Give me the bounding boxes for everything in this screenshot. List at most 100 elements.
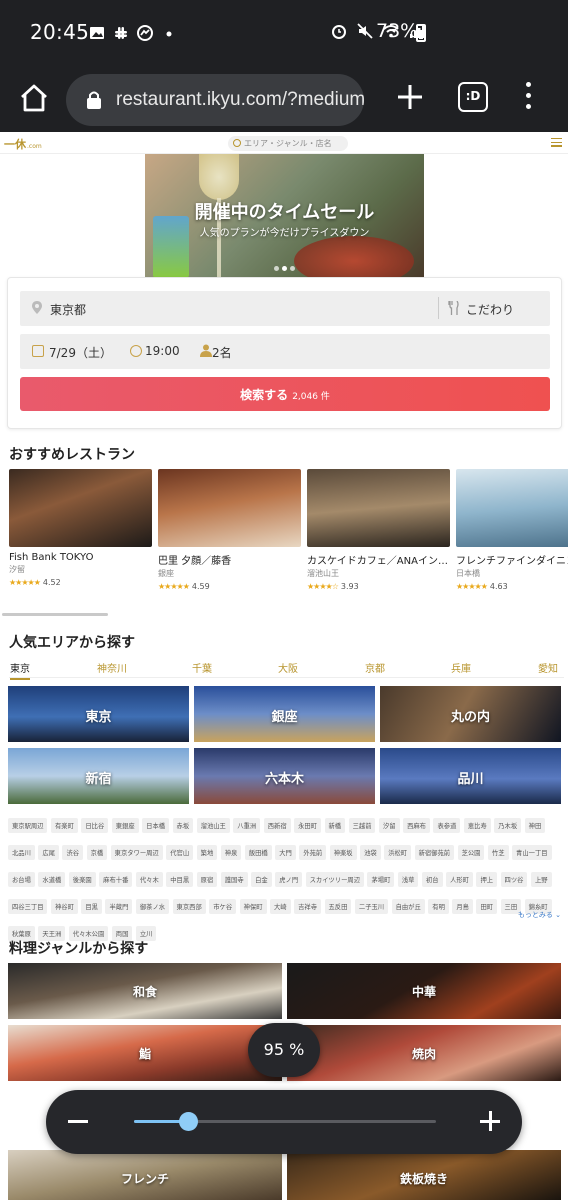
zoom-out-icon[interactable] — [68, 1120, 88, 1123]
area-chip[interactable]: 神谷町 — [50, 899, 78, 914]
genre-tile-chinese[interactable]: 中華 — [287, 963, 561, 1019]
tabs-button[interactable]: :D — [458, 82, 488, 112]
genre-tile-sushi[interactable]: 鮨 — [8, 1025, 282, 1081]
area-chip[interactable]: 原宿 — [196, 872, 218, 887]
area-chip[interactable]: 池袋 — [360, 845, 381, 860]
zoom-slider[interactable] — [134, 1112, 436, 1131]
area-chip[interactable]: 日比谷 — [81, 818, 109, 833]
area-chip[interactable]: 乃木坂 — [494, 818, 522, 833]
area-chip[interactable]: 水道橋 — [38, 872, 66, 887]
people-value[interactable]: 2名 — [212, 344, 232, 361]
home-icon[interactable] — [16, 80, 52, 116]
tab-kanagawa[interactable]: 神奈川 — [97, 660, 127, 675]
area-chip[interactable]: 初台 — [421, 872, 443, 887]
tab-chiba[interactable]: 千葉 — [192, 660, 212, 675]
area-chip[interactable]: 半蔵門 — [105, 899, 133, 914]
area-chip[interactable]: 浅草 — [397, 872, 419, 887]
more-menu-icon[interactable] — [522, 82, 534, 114]
area-chip[interactable]: 東京タワー周辺 — [110, 845, 163, 860]
genre-tile-washoku[interactable]: 和食 — [8, 963, 282, 1019]
genre-tile-teppanyaki[interactable]: 鉄板焼き — [287, 1150, 561, 1200]
area-chip[interactable]: 自由が丘 — [391, 899, 425, 914]
time-value[interactable]: 19:00 — [145, 344, 180, 358]
area-chip[interactable]: 神楽坂 — [329, 845, 357, 860]
area-chip[interactable]: 上野 — [530, 872, 552, 887]
area-chip[interactable]: 市ケ谷 — [209, 899, 237, 914]
tab-aichi[interactable]: 愛知 — [538, 660, 558, 675]
area-chip[interactable]: 築地 — [196, 845, 218, 860]
horizontal-scrollbar[interactable] — [2, 613, 108, 616]
area-chip[interactable]: 広尾 — [38, 845, 59, 860]
area-chip[interactable]: 飯田橋 — [244, 845, 272, 860]
area-chip[interactable]: 神田 — [524, 818, 546, 833]
area-chip[interactable]: 麻布十番 — [99, 872, 133, 887]
area-chip[interactable]: 汐留 — [378, 818, 400, 833]
area-chip[interactable]: スカイツリー周辺 — [305, 872, 364, 887]
area-chip[interactable]: 溜池山王 — [196, 818, 230, 833]
restaurant-card[interactable]: カスケイドカフェ／ANAイン… 溜池山王 ★★★★☆ 3.93 — [307, 469, 450, 591]
area-chip[interactable]: 永田町 — [294, 818, 321, 833]
area-chip[interactable]: 大崎 — [270, 899, 291, 914]
area-chip[interactable]: 大門 — [275, 845, 296, 860]
area-tile-shinagawa[interactable]: 品川 — [380, 748, 561, 804]
tab-kyoto[interactable]: 京都 — [365, 660, 385, 675]
area-chip[interactable]: 目黒 — [81, 899, 102, 914]
area-chip[interactable]: 護国寺 — [220, 872, 248, 887]
site-logo[interactable]: 一休.com — [4, 136, 42, 152]
area-chip[interactable]: 二子玉川 — [354, 899, 389, 914]
area-tile-marunouchi[interactable]: 丸の内 — [380, 686, 561, 742]
datetime-field[interactable]: 7/29（土） 19:00 2名 — [20, 334, 550, 369]
zoom-in-icon[interactable] — [480, 1111, 500, 1131]
zoom-slider-handle[interactable] — [179, 1112, 199, 1131]
location-field[interactable]: 東京都 こだわり — [20, 291, 550, 326]
area-tile-shinjuku[interactable]: 新宿 — [8, 748, 189, 804]
tab-tokyo[interactable]: 東京 — [10, 660, 30, 680]
show-more-link[interactable]: もっとみる ⌄ — [518, 910, 561, 920]
area-tile-ginza[interactable]: 銀座 — [194, 686, 375, 742]
area-chip[interactable]: 田町 — [476, 899, 498, 914]
area-chip[interactable]: 御茶ノ水 — [135, 899, 170, 914]
preference-button[interactable]: こだわり — [466, 301, 514, 318]
restaurant-card[interactable]: Fish Bank TOKYO 汐留 ★★★★★ 4.52 — [9, 469, 152, 587]
carousel-dots[interactable] — [145, 256, 424, 275]
area-chip[interactable]: 東銀座 — [111, 818, 139, 833]
area-chip[interactable]: 外苑前 — [299, 845, 327, 860]
area-chip[interactable]: 赤坂 — [172, 818, 194, 833]
restaurant-card[interactable]: 巴里 夕顔／藤香 銀座 ★★★★★ 4.59 — [158, 469, 301, 591]
area-chip[interactable]: 五反田 — [324, 899, 352, 914]
area-chip[interactable]: 八重洲 — [233, 818, 261, 833]
tab-osaka[interactable]: 大阪 — [278, 660, 298, 675]
area-chip[interactable]: お台場 — [8, 872, 35, 887]
area-chip[interactable]: 西麻布 — [403, 818, 430, 833]
area-chip[interactable]: 京橋 — [86, 845, 108, 860]
area-chip[interactable]: 東京駅周辺 — [8, 818, 48, 833]
genre-tile-french[interactable]: フレンチ — [8, 1150, 282, 1200]
area-chip[interactable]: 三越前 — [348, 818, 376, 833]
area-chip[interactable]: 竹芝 — [487, 845, 509, 860]
area-chip[interactable]: 浜松町 — [384, 845, 412, 860]
area-chip[interactable]: 月島 — [452, 899, 473, 914]
area-tile-tokyo[interactable]: 東京 — [8, 686, 189, 742]
area-chip[interactable]: 四ツ谷 — [500, 872, 528, 887]
site-search-input[interactable]: エリア・ジャンル・店名 — [228, 136, 348, 151]
area-chip[interactable]: 白金 — [251, 872, 272, 887]
genre-tile-yakiniku[interactable]: 焼肉 — [287, 1025, 561, 1081]
area-chip[interactable]: 四谷三丁目 — [8, 899, 48, 914]
url-bar[interactable]: restaurant.ikyu.com/?medium — [66, 74, 364, 126]
area-chip[interactable]: 代々木 — [135, 872, 163, 887]
area-chip[interactable]: 後楽園 — [68, 872, 96, 887]
area-chip[interactable]: 虎ノ門 — [275, 872, 303, 887]
restaurant-card[interactable]: フレンチファインダイニン 日本橋 ★★★★★ 4.63 — [456, 469, 568, 591]
tab-hyogo[interactable]: 兵庫 — [451, 660, 471, 675]
recommended-list[interactable]: Fish Bank TOKYO 汐留 ★★★★★ 4.52 巴里 夕顔／藤香 銀座… — [9, 469, 568, 595]
area-chip[interactable]: 青山一丁目 — [512, 845, 552, 860]
area-chip[interactable]: 人形町 — [446, 872, 473, 887]
area-chip[interactable]: 中目黒 — [166, 872, 194, 887]
area-chip[interactable]: 神保町 — [239, 899, 267, 914]
area-chip[interactable]: 新宿御苑前 — [414, 845, 455, 860]
area-chip[interactable]: 渋谷 — [62, 845, 84, 860]
hamburger-menu-icon[interactable] — [551, 138, 562, 147]
area-chip[interactable]: 代官山 — [166, 845, 194, 860]
area-chip[interactable]: 有楽町 — [50, 818, 78, 833]
area-chip[interactable]: 押上 — [476, 872, 498, 887]
